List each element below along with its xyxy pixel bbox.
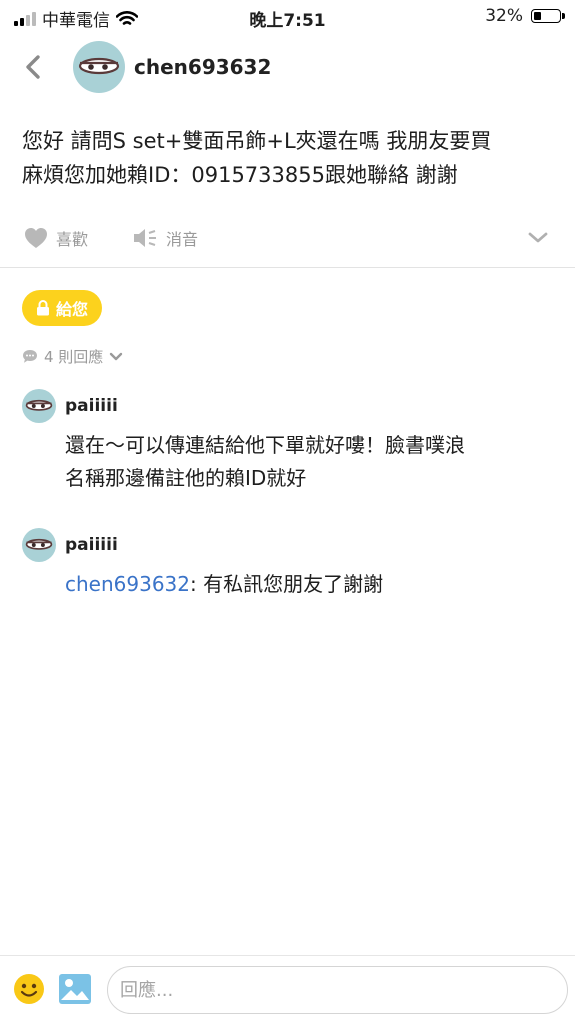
reply-count-toggle[interactable]: 4 則回應	[22, 346, 123, 367]
status-right: 32%	[485, 6, 565, 26]
gift-badge[interactable]: 給您	[22, 290, 103, 326]
gift-badge-label: 給您	[56, 300, 89, 319]
lock-icon	[37, 300, 49, 316]
status-bar: 中華電信 晚上7:51 32%	[0, 0, 575, 34]
mute-button[interactable]: 消音	[132, 226, 198, 250]
post-actions: 喜歡 消音	[0, 222, 575, 256]
post-content: 您好 請問S set+雙面吊飾+L夾還在嗎 我朋友要買 麻煩您加她賴ID：091…	[22, 124, 552, 192]
comment-body: : 有私訊您朋友了謝謝	[190, 572, 384, 596]
reply-input[interactable]	[107, 966, 568, 1014]
comment-line: 名稱那邊備註他的賴ID就好	[65, 466, 307, 490]
avatar-face-icon	[78, 57, 120, 75]
image-icon[interactable]	[58, 973, 92, 1005]
post-author-name[interactable]: chen693632	[134, 55, 271, 79]
post-line: 麻煩您加她賴ID：0915733855跟她聯絡 謝謝	[22, 163, 458, 187]
battery-icon	[531, 9, 565, 23]
emoji-icon[interactable]	[13, 973, 45, 1005]
chevron-down-icon[interactable]	[527, 230, 549, 246]
avatar[interactable]	[73, 41, 125, 93]
avatar[interactable]	[22, 389, 56, 423]
like-label: 喜歡	[56, 230, 89, 249]
chevron-down-icon	[110, 352, 123, 360]
back-icon[interactable]	[20, 52, 48, 82]
speaker-mute-icon	[134, 229, 156, 247]
avatar[interactable]	[22, 528, 56, 562]
reply-count-label: 4 則回應	[44, 348, 104, 366]
comment-text: 還在～可以傳連結給他下單就好嘍！臉書噗浪 名稱那邊備註他的賴ID就好	[65, 429, 545, 495]
mention-link[interactable]: chen693632	[65, 572, 190, 596]
battery-fill	[534, 12, 541, 20]
comment-author[interactable]: paiiiii	[65, 396, 118, 416]
like-button[interactable]: 喜歡	[24, 226, 88, 250]
comment-text: chen693632: 有私訊您朋友了謝謝	[65, 568, 545, 601]
divider	[0, 267, 575, 268]
battery-percent: 32%	[485, 6, 523, 26]
comment: paiiiii chen693632: 有私訊您朋友了謝謝	[22, 528, 552, 608]
mute-label: 消音	[166, 230, 199, 249]
comment: paiiiii 還在～可以傳連結給他下單就好嘍！臉書噗浪 名稱那邊備註他的賴ID…	[22, 389, 552, 499]
divider	[0, 955, 575, 956]
avatar-face-icon	[25, 538, 53, 550]
comment-line: 還在～可以傳連結給他下單就好嘍！臉書噗浪	[65, 433, 465, 457]
post-line: 您好 請問S set+雙面吊飾+L夾還在嗎 我朋友要買	[22, 129, 492, 153]
heart-icon	[25, 228, 47, 248]
speech-bubble-icon	[23, 350, 37, 363]
comment-author[interactable]: paiiiii	[65, 535, 118, 555]
header: chen693632	[0, 34, 575, 102]
avatar-face-icon	[25, 399, 53, 411]
